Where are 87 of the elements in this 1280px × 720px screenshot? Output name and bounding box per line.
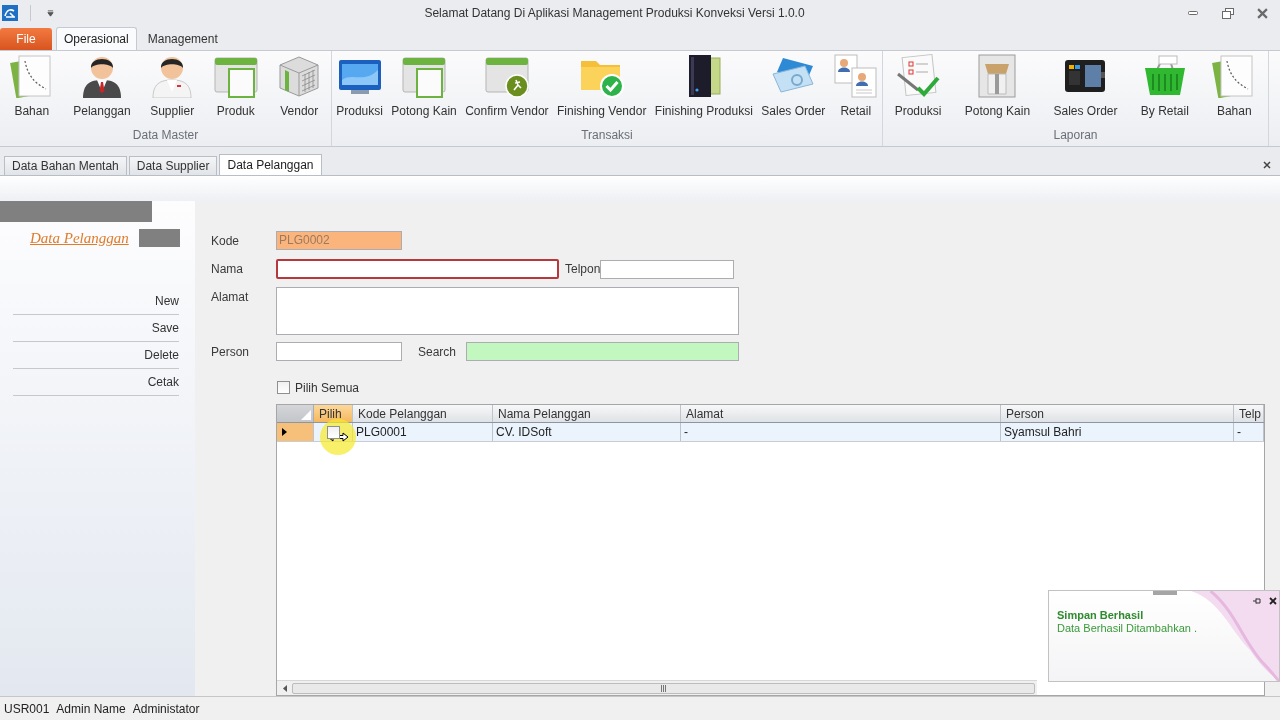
- input-field[interactable]: [600, 260, 734, 279]
- contact-cards-icon: [833, 54, 878, 98]
- document-tab[interactable]: Data Supplier: [128, 156, 218, 175]
- ribbon-button[interactable]: Potong Kain: [389, 54, 459, 118]
- horizontal-scrollbar[interactable]: [277, 680, 1037, 695]
- ribbon-button[interactable]: Produk: [211, 54, 260, 118]
- text-area[interactable]: [276, 287, 739, 335]
- ribbon-button[interactable]: By Retail: [1138, 54, 1191, 118]
- status-text: Admin Name: [56, 700, 126, 718]
- ribbon-button[interactable]: Sales Order: [759, 54, 828, 118]
- document-tab[interactable]: Data Bahan Mentah: [4, 156, 127, 175]
- input-field[interactable]: [276, 259, 559, 279]
- field-label: Telpon: [565, 260, 601, 278]
- ribbon-group-label: Transaksi: [581, 128, 633, 142]
- column-header[interactable]: Kode Pelanggan: [353, 405, 493, 422]
- ribbon-button[interactable]: Produksi: [334, 54, 385, 118]
- input-field[interactable]: [276, 342, 402, 361]
- grid-corner-header[interactable]: [277, 405, 314, 422]
- ribbon-tab[interactable]: Operasional: [56, 27, 137, 50]
- ribbon-button[interactable]: Bahan: [1210, 54, 1259, 118]
- drag-handle[interactable]: [1153, 591, 1177, 595]
- status-text: USR001: [4, 700, 50, 718]
- table-cell: CV. IDSoft: [493, 423, 681, 441]
- notification-title: Simpan Berhasil: [1057, 609, 1145, 622]
- checkbox[interactable]: [277, 381, 290, 394]
- document-icon: [9, 54, 54, 98]
- ribbon-group-label: Laporan: [1053, 128, 1098, 142]
- table-cell: PLG0001: [353, 423, 493, 441]
- ribbon-button[interactable]: Bahan: [7, 54, 56, 118]
- field-label: Alamat: [211, 288, 249, 306]
- minimize-icon: [1187, 11, 1198, 15]
- column-header[interactable]: Nama Pelanggan: [493, 405, 681, 422]
- caret-icon[interactable]: [47, 9, 54, 17]
- table-cell: Syamsul Bahri: [1001, 423, 1234, 441]
- field-label: Search: [418, 343, 457, 361]
- column-header[interactable]: Telp: [1234, 405, 1264, 422]
- ribbon-tab[interactable]: Management: [140, 28, 225, 50]
- pin-icon[interactable]: [1253, 598, 1261, 604]
- close-icon: [1257, 7, 1268, 19]
- basket-icon: [1142, 54, 1187, 98]
- table-cell: -: [1234, 423, 1264, 441]
- checkbox-label: Pilih Semua: [295, 379, 360, 397]
- window-icon: [213, 54, 258, 98]
- sidebar-title: Data Pelanggan: [30, 228, 129, 247]
- ribbon-button[interactable]: Confirm Vendor: [463, 54, 551, 118]
- crate-icon: [277, 54, 322, 98]
- restore-icon: [1221, 7, 1234, 19]
- app-logo-icon[interactable]: [2, 5, 18, 21]
- corner-triangle-icon: [301, 410, 311, 420]
- ribbon-button[interactable]: Produksi: [892, 54, 944, 118]
- ribbon-button[interactable]: Sales Order: [1051, 54, 1120, 118]
- row-pointer-icon: [282, 428, 287, 436]
- scroll-left-icon[interactable]: [282, 684, 287, 692]
- status-text: Administator: [132, 700, 200, 718]
- ribbon-button[interactable]: Retail: [831, 54, 880, 118]
- search-field[interactable]: [466, 342, 739, 361]
- ribbon-button[interactable]: Pelanggan: [71, 54, 133, 118]
- sidebar-item[interactable]: Delete: [13, 342, 179, 369]
- ribbon-button[interactable]: Finishing Vendor: [555, 54, 649, 118]
- document-tab[interactable]: Data Pelanggan: [219, 154, 322, 175]
- scroll-thumb[interactable]: [292, 682, 1035, 694]
- notification-message: Data Berhasil Ditambahkan .: [1057, 622, 1197, 635]
- placeholder-block: [139, 228, 180, 247]
- ribbon-button[interactable]: Potong Kain: [962, 54, 1033, 118]
- close-icon[interactable]: [1263, 161, 1271, 169]
- window-title: Selamat Datang Di Aplikasi Management Produksi Konveksi Versi 1.0.0: [424, 5, 805, 22]
- sidebar-item[interactable]: Save: [13, 315, 179, 342]
- grip-icon: [661, 684, 666, 692]
- table-cell: -: [681, 423, 1001, 441]
- ribbon-group-label: Data Master: [132, 128, 199, 142]
- column-header[interactable]: Pilih: [314, 405, 353, 422]
- window-icon: [402, 54, 447, 98]
- field-label: Person: [211, 343, 250, 361]
- checklist-icon: [896, 54, 940, 98]
- table-row[interactable]: PLG0001 CV. IDSoft - Syamsul Bahri -: [277, 423, 1264, 442]
- ribbon-button[interactable]: Supplier: [148, 54, 197, 118]
- sidebar-item[interactable]: New: [13, 288, 179, 315]
- field-label: Kode: [211, 232, 240, 250]
- ribbon-button[interactable]: Finishing Produksi: [652, 54, 755, 118]
- sidebar-item[interactable]: Cetak: [13, 369, 179, 396]
- column-header[interactable]: Person: [1001, 405, 1234, 422]
- close-icon[interactable]: [1269, 597, 1277, 605]
- ribbon-button[interactable]: Vendor: [275, 54, 324, 118]
- person-icon: [150, 54, 195, 98]
- field-label: Nama: [211, 260, 243, 278]
- column-header[interactable]: Alamat: [681, 405, 1001, 422]
- window-badge-icon: [484, 54, 529, 98]
